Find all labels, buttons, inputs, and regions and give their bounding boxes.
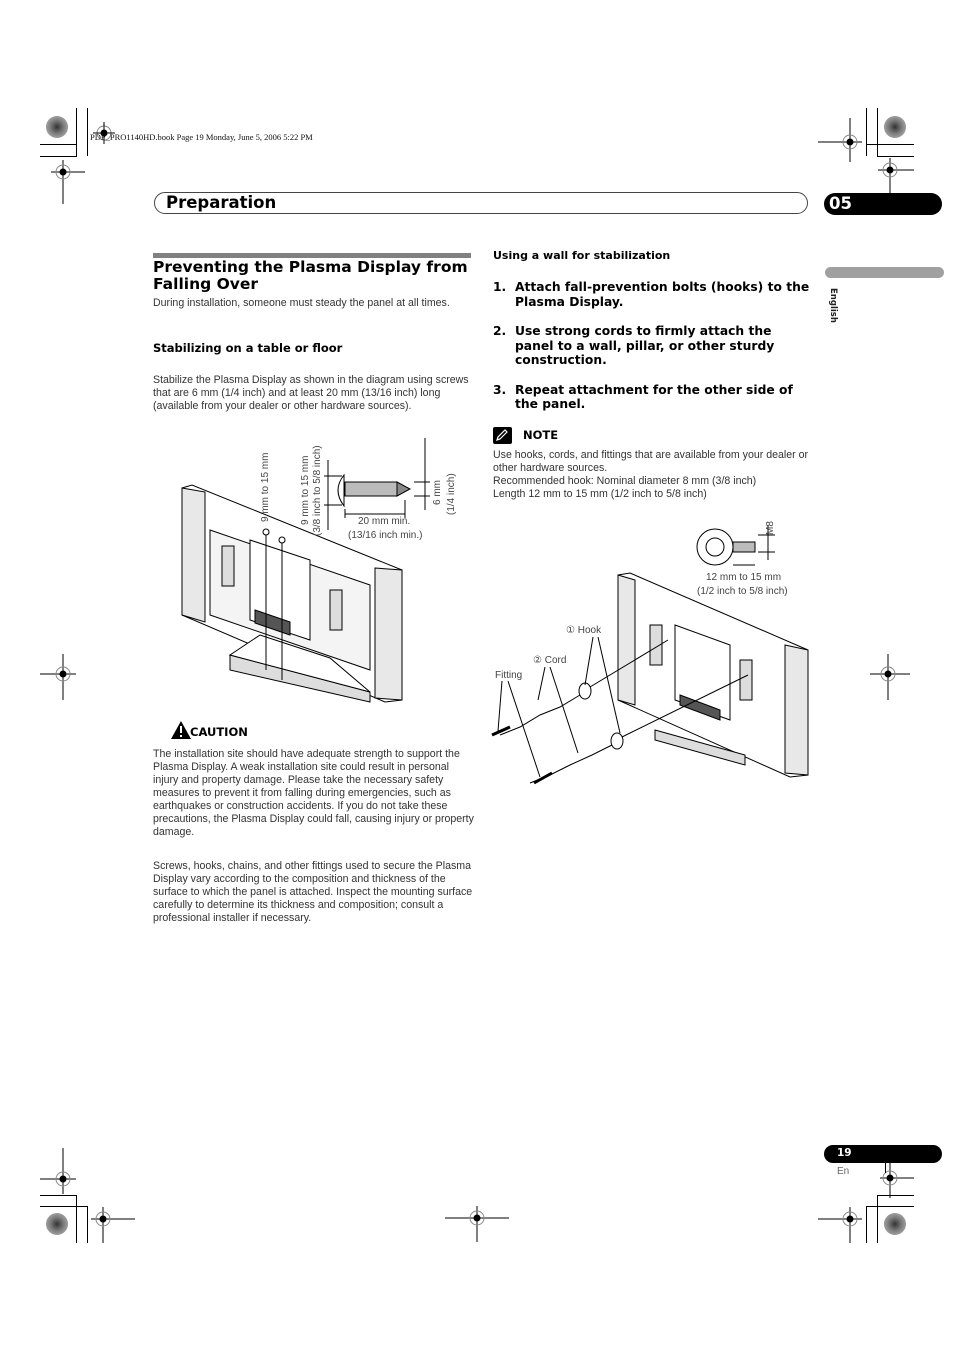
thread-size-label: M8: [765, 521, 776, 535]
intro-text: During installation, someone must steady…: [153, 297, 450, 309]
screw-length-line2: (13/16 inch min.): [348, 530, 423, 541]
page-title: Preparation: [166, 193, 277, 212]
crop-line: [877, 108, 878, 156]
page-number: 19: [837, 1147, 852, 1159]
note-line: Recommended hook: Nominal diameter 8 mm …: [493, 475, 757, 487]
stabilizing-text: Stabilize the Plasma Display as shown in…: [153, 374, 469, 412]
crop-line: [76, 1195, 77, 1243]
warning-triangle-icon: [171, 721, 191, 739]
note-text: Use hooks, cords, and fittings that are …: [493, 449, 813, 501]
crop-line: [76, 108, 77, 156]
eye-bolt-icon: [696, 525, 775, 566]
wall-stabilization-diagram: M8 12 mm to 15 mm (1/2 inch to 5/8 inch)…: [490, 515, 810, 795]
crop-line: [866, 1206, 867, 1243]
crop-line: [87, 108, 88, 156]
crop-line: [40, 156, 77, 157]
table-stabilization-diagram: 9 mm to 15 mm 9 mm to 15 mm (3/8 inch to…: [170, 430, 470, 705]
step-number: 1.: [493, 280, 507, 294]
cord-label: ② Cord: [533, 655, 567, 666]
fitting-icon: [491, 725, 553, 785]
note-line: Length 12 mm to 15 mm (1/2 inch to 5/8 i…: [493, 488, 707, 500]
screw-diameter-line1: 6 mm: [432, 480, 443, 505]
registration-mark-icon: [878, 158, 914, 194]
print-info: PDP_PRO1140HD.book Page 19 Monday, June …: [90, 132, 313, 142]
step-item: 3. Repeat attachment for the other side o…: [493, 383, 813, 412]
hook-length-line1: 12 mm to 15 mm: [706, 572, 782, 583]
step-number: 3.: [493, 382, 507, 397]
language-label: English: [828, 288, 838, 323]
registration-mark-icon: [818, 1207, 862, 1243]
registration-dot-icon: [46, 116, 68, 138]
language-tab: [825, 267, 944, 278]
crop-line: [877, 156, 914, 157]
crop-line: [866, 144, 914, 145]
hook-label: ① Hook: [566, 625, 602, 636]
note-line: Use hooks, cords, and fittings that are …: [493, 449, 809, 474]
crop-line: [40, 144, 77, 145]
screw-head-dim-line1: 9 mm to 15 mm: [300, 455, 311, 525]
crop-line: [877, 1195, 878, 1243]
wall-heading: Using a wall for stabilization: [493, 249, 671, 262]
screw-diameter-line2: (1/4 inch): [446, 473, 457, 515]
registration-mark-icon: [818, 118, 862, 162]
registration-mark-icon: [40, 1148, 76, 1194]
crop-line: [87, 1206, 88, 1243]
page-language-code: En: [837, 1166, 850, 1177]
pencil-note-icon: [493, 427, 512, 444]
steps-list: 1. Attach fall-prevention bolts (hooks) t…: [493, 280, 813, 427]
fitting-label: Fitting: [495, 670, 523, 681]
step-text: Use strong cords to firmly attach the pa…: [515, 324, 775, 367]
step-item: 2. Use strong cords to firmly attach the …: [493, 324, 813, 368]
crop-line: [866, 108, 867, 156]
crop-line: [40, 1195, 77, 1196]
stabilizing-heading: Stabilizing on a table or floor: [153, 341, 343, 355]
crop-line: [877, 1195, 914, 1196]
section-title: Preventing the Plasma Display from Falli…: [153, 258, 468, 293]
registration-dot-icon: [46, 1213, 68, 1235]
chapter-number: 05: [829, 194, 852, 213]
plasma-display-back-icon: [617, 572, 809, 778]
registration-mark-icon: [445, 1206, 509, 1242]
crop-line: [885, 1163, 886, 1173]
screw-head-dim-line1: 9 mm to 15 mm: [260, 452, 271, 522]
step-number: 2.: [493, 324, 507, 338]
registration-mark-icon: [870, 654, 910, 700]
caution-text: The installation site should have adequa…: [153, 748, 474, 838]
step-text: Repeat attachment for the other side of …: [515, 382, 793, 412]
fittings-text: Screws, hooks, chains, and other fitting…: [153, 860, 473, 924]
caution-label: CAUTION: [190, 725, 248, 739]
registration-dot-icon: [884, 116, 906, 138]
note-label: NOTE: [523, 428, 559, 442]
hook-length-line2: (1/2 inch to 5/8 inch): [697, 586, 788, 597]
step-item: 1. Attach fall-prevention bolts (hooks) t…: [493, 280, 813, 309]
screw-length-line1: 20 mm min.: [358, 516, 411, 527]
crop-line: [40, 1206, 88, 1207]
registration-mark-icon: [51, 160, 85, 204]
registration-dot-icon: [884, 1213, 906, 1235]
registration-mark-icon: [91, 1207, 135, 1243]
screw-head-dim-line2: (3/8 inch to 5/8 inch): [312, 445, 323, 536]
registration-mark-icon: [40, 654, 76, 700]
step-text: Attach fall-prevention bolts (hooks) to …: [515, 280, 810, 309]
crop-line: [866, 1206, 914, 1207]
